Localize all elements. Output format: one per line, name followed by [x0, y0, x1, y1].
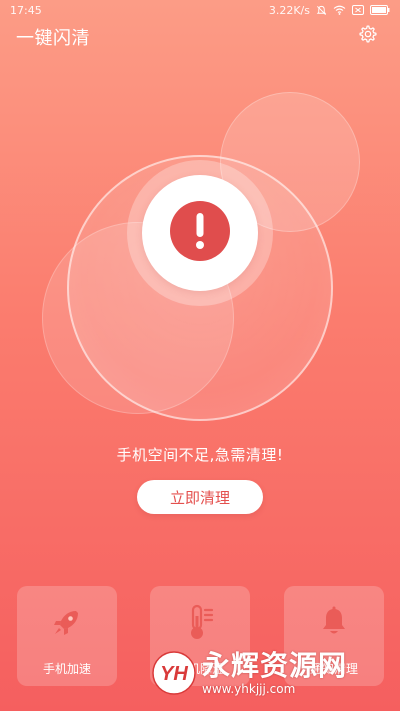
status-right-group: 3.22K/s: [269, 4, 390, 17]
card-label-speed-up: 手机加速: [42, 662, 91, 676]
storage-warning-message: 手机空间不足,急需清理!: [116, 446, 284, 464]
app-header: 一键闪清: [0, 22, 400, 50]
battery-icon: [370, 5, 390, 15]
status-bar: 17:45 3.22K/s: [0, 0, 400, 20]
app-title: 一键闪清: [16, 28, 90, 49]
watermark-url: www.yhkjjj.com: [202, 681, 296, 696]
watermark-name: 永辉资源网: [202, 648, 348, 682]
sim-icon: [352, 5, 364, 15]
bell-icon: [314, 602, 354, 642]
clean-now-button[interactable]: 立即清理: [137, 480, 263, 514]
thermometer-icon: [180, 602, 220, 642]
settings-button[interactable]: [356, 24, 380, 48]
svg-text:YH: YH: [160, 663, 188, 685]
status-time: 17:45: [10, 3, 42, 17]
exclamation-icon: [169, 200, 231, 266]
watermark: YH 永辉资源网 www.yhkjjj.com: [152, 648, 386, 698]
gear-icon: [358, 24, 378, 48]
network-speed: 3.22K/s: [268, 3, 310, 17]
card-speed-up[interactable]: 手机加速: [17, 586, 117, 686]
storage-alert-graphic: [0, 60, 400, 421]
alert-disc: [142, 175, 258, 291]
wifi-icon: [333, 5, 346, 15]
bell-off-icon: [316, 5, 327, 16]
watermark-text: 永辉资源网 www.yhkjjj.com: [202, 648, 348, 696]
watermark-logo: YH: [152, 651, 196, 695]
rocket-icon: [47, 602, 87, 642]
